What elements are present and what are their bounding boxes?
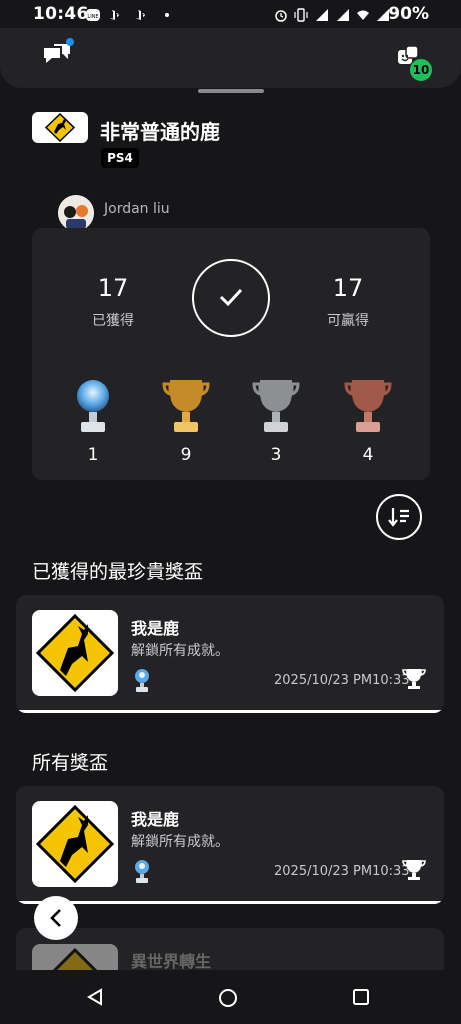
vibrate-icon xyxy=(294,8,308,22)
friends-count-badge: 10 xyxy=(409,58,433,82)
wifi-icon xyxy=(357,10,369,20)
trophy-name: 我是鹿 xyxy=(131,619,180,638)
playstation-icon xyxy=(136,10,145,20)
battery-level: 90% xyxy=(388,4,429,24)
earned-count: 17 xyxy=(97,274,129,302)
sheet-handle[interactable] xyxy=(198,89,264,93)
chevron-left-icon xyxy=(50,909,61,927)
trophy-image xyxy=(32,610,118,696)
trophy-card[interactable]: 我是鹿 解鎖所有成就。 2025/10/23 PM10:33 xyxy=(16,786,444,904)
earned-date: 2025/10/23 PM10:33 xyxy=(274,673,410,688)
card-divider xyxy=(16,901,444,904)
gold-trophy-icon xyxy=(162,380,210,432)
messages-icon[interactable] xyxy=(40,38,74,70)
game-thumbnail xyxy=(32,112,88,143)
nav-back-icon[interactable] xyxy=(86,988,104,1006)
signal-icon xyxy=(337,9,349,21)
status-time: 10:46 xyxy=(33,4,89,24)
trophy-description: 解鎖所有成就。 xyxy=(131,834,229,850)
platinum-trophy-icon xyxy=(77,380,109,432)
silver-count: 3 xyxy=(270,445,282,465)
playstation-icon xyxy=(110,10,119,20)
bronze-trophy-icon xyxy=(344,380,392,432)
platinum-trophy-icon xyxy=(135,669,149,692)
rarest-section-title: 已獲得的最珍貴獎盃 xyxy=(32,561,204,583)
available-count: 17 xyxy=(332,274,364,302)
trophy-icon xyxy=(402,669,426,689)
more-dot-icon xyxy=(165,13,169,17)
game-title: 非常普通的鹿 xyxy=(100,120,220,144)
trophy-icon xyxy=(402,860,426,880)
earned-date: 2025/10/23 PM10:33 xyxy=(274,864,410,879)
earned-label: 已獲得 xyxy=(92,313,134,329)
card-divider xyxy=(16,710,444,713)
nav-home-icon[interactable] xyxy=(218,988,238,1008)
system-nav-bar xyxy=(0,970,461,1024)
notification-badge xyxy=(66,38,74,46)
trophy-name: 異世界轉生 xyxy=(131,952,212,971)
sort-button[interactable] xyxy=(376,494,422,540)
back-button[interactable] xyxy=(34,896,78,940)
platinum-trophy-icon xyxy=(135,860,149,883)
line-app-icon: LINE xyxy=(86,9,100,21)
platform-badge: PS4 xyxy=(101,148,139,168)
user-name: Jordan liu xyxy=(104,201,170,217)
alarm-icon xyxy=(275,10,287,22)
checkmark-icon xyxy=(219,288,243,307)
platinum-count: 1 xyxy=(87,445,99,465)
trophy-image xyxy=(32,801,118,887)
trophy-name: 我是鹿 xyxy=(131,810,180,829)
nav-recents-icon[interactable] xyxy=(352,988,370,1006)
sort-icon xyxy=(388,508,409,527)
status-bar: 10:46 LINE 90% xyxy=(0,0,461,30)
signal-icon xyxy=(316,9,328,21)
bronze-count: 4 xyxy=(362,445,374,465)
all-trophies-section-title: 所有獎盃 xyxy=(32,752,109,774)
available-label: 可贏得 xyxy=(327,313,369,329)
avatar[interactable] xyxy=(58,195,94,231)
trophy-description: 解鎖所有成就。 xyxy=(131,643,229,659)
gold-count: 9 xyxy=(180,445,192,465)
svg-text:LINE: LINE xyxy=(87,14,98,20)
silver-trophy-icon xyxy=(252,380,300,432)
completion-indicator xyxy=(192,259,270,337)
rarest-trophy-card[interactable]: 我是鹿 解鎖所有成就。 2025/10/23 PM10:33 xyxy=(16,595,444,713)
